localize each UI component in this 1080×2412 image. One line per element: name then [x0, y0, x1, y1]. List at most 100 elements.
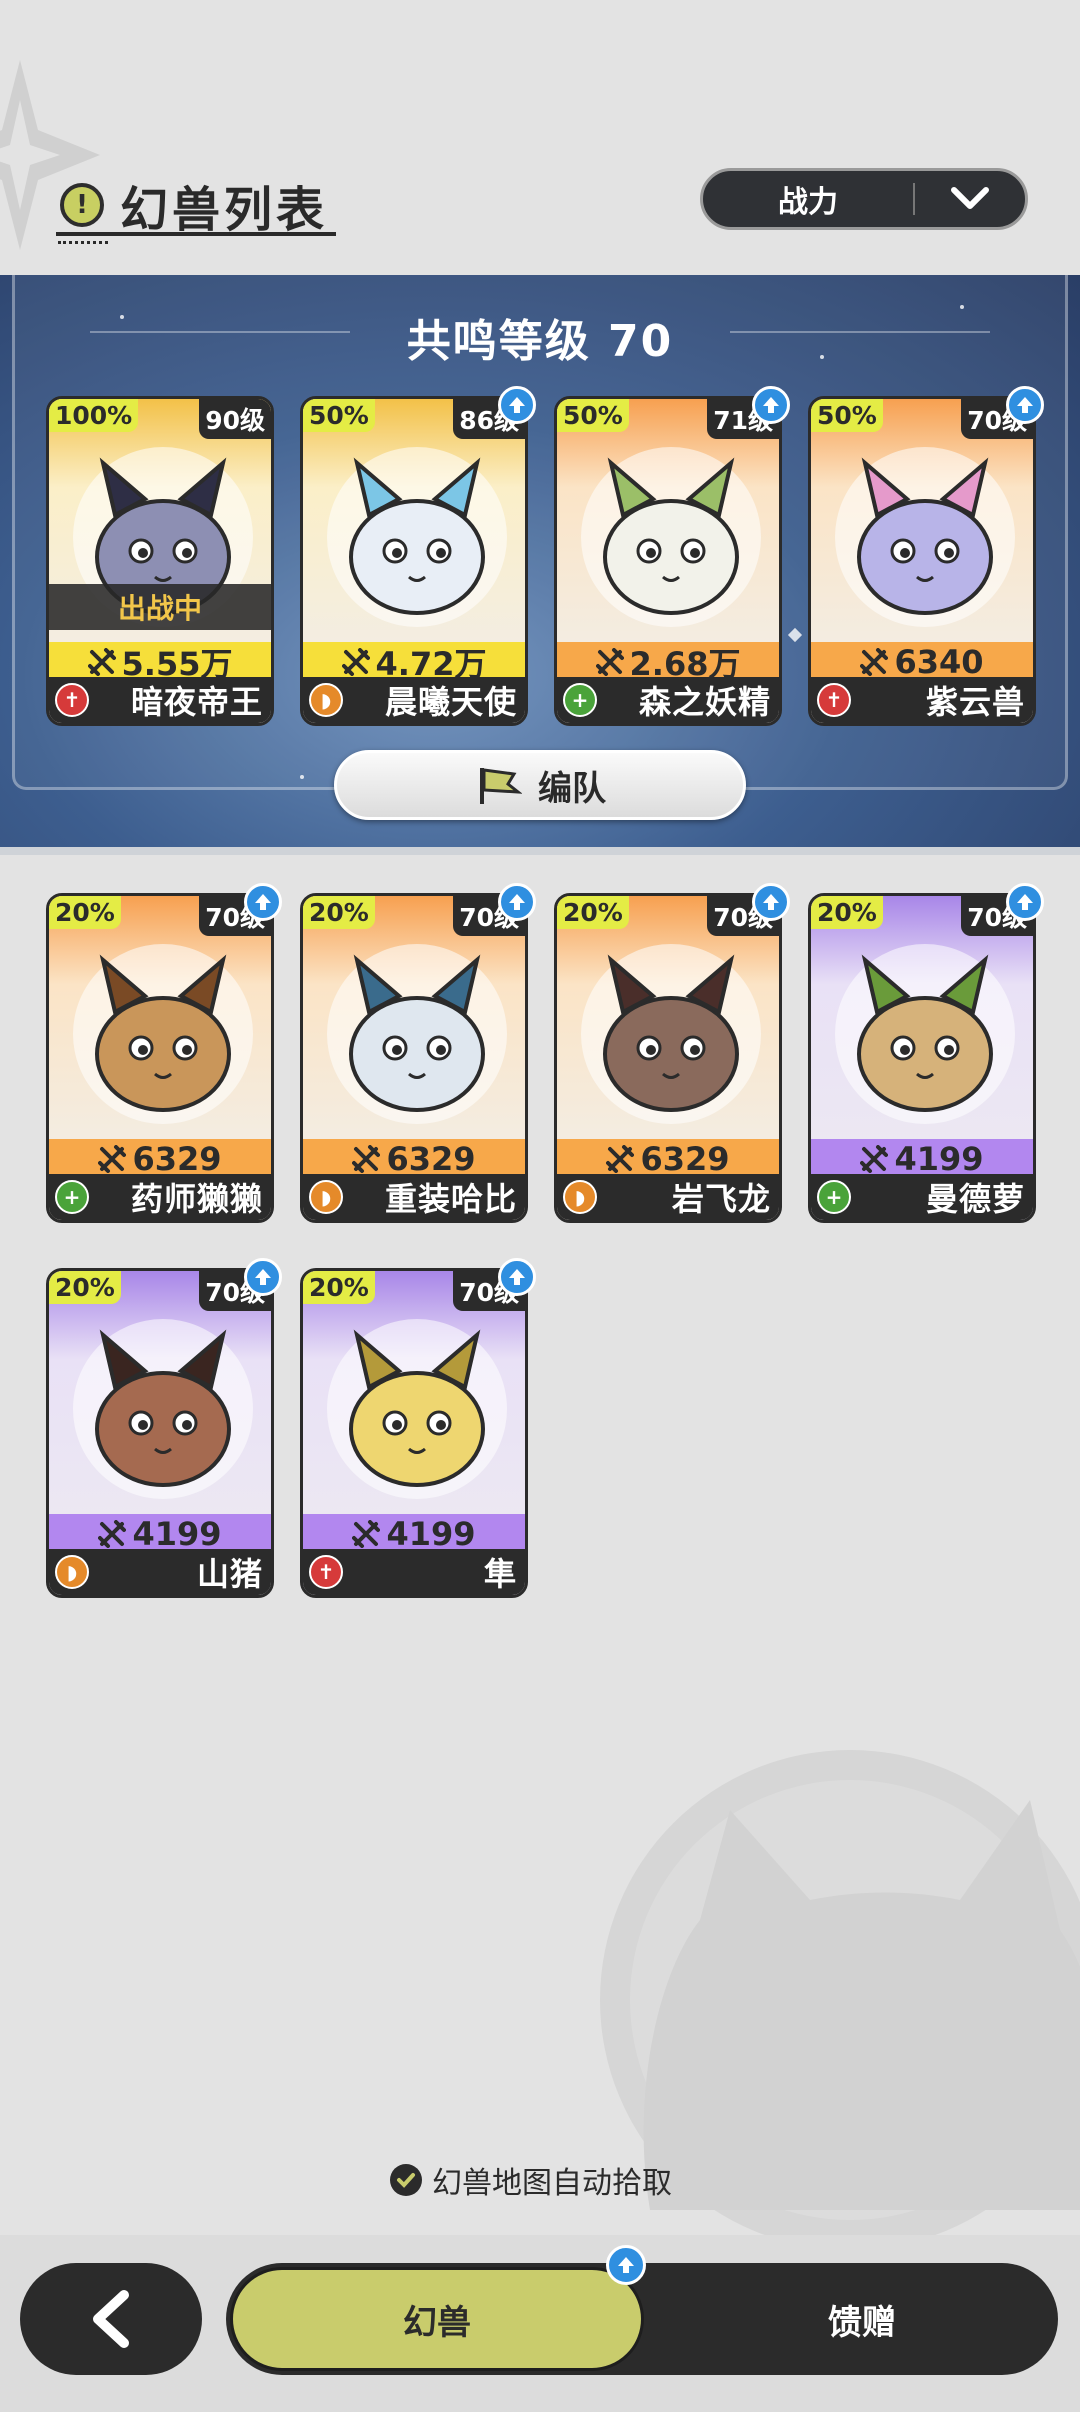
beast-card[interactable]: 20% 70级 6329 ◗ 重装哈比 [300, 883, 536, 1223]
card-body: 20% 70级 4199 ◗ 山猪 [46, 1268, 274, 1598]
name-bar: ◗ 重装哈比 [303, 1174, 525, 1220]
card-body: 20% 70级 4199 ✝ 隼 [300, 1268, 528, 1598]
chevron-down-icon [915, 186, 1025, 212]
auto-pickup-toggle[interactable]: 幻兽地图自动拾取 [390, 2158, 672, 2202]
power-row: 6329 [557, 1139, 779, 1179]
formation-label: 编队 [538, 768, 606, 809]
creature-portrait [349, 1329, 485, 1487]
defend-role-icon: ◗ [309, 683, 343, 717]
share-percent: 20% [49, 1271, 121, 1304]
share-percent: 20% [303, 896, 375, 929]
card-body: 50% 70级 6340 ✝ 紫云兽 [808, 396, 1036, 726]
power-value: 4199 [894, 1140, 984, 1178]
formation-button[interactable]: 编队 [334, 750, 746, 820]
defend-role-icon: ◗ [309, 1180, 343, 1214]
upgrade-arrow-icon [498, 1258, 536, 1296]
sword-power-icon [595, 648, 624, 676]
power-value: 4199 [386, 1515, 476, 1553]
power-row: 4.72万 [303, 642, 525, 683]
sword-power-icon [606, 1145, 635, 1173]
name-bar: ✝ 紫云兽 [811, 677, 1033, 723]
attack-role-icon: ✝ [55, 683, 89, 717]
beast-card[interactable]: 20% 70级 6329 + 药师獭獭 [46, 883, 282, 1223]
share-percent: 50% [557, 399, 629, 432]
beast-card[interactable]: 20% 70级 4199 + 曼德萝 [808, 883, 1044, 1223]
share-percent: 50% [303, 399, 375, 432]
name-bar: ◗ 晨曦天使 [303, 677, 525, 723]
beast-card[interactable]: 50% 70级 6340 ✝ 紫云兽 [808, 386, 1044, 726]
power-row: 5.55万 [49, 642, 271, 683]
power-row: 6329 [303, 1139, 525, 1179]
creature-portrait [95, 1329, 231, 1487]
back-button[interactable] [20, 2263, 202, 2375]
share-percent: 20% [49, 896, 121, 929]
card-body: 20% 70级 6329 ◗ 重装哈比 [300, 893, 528, 1223]
upgrade-arrow-icon [1006, 386, 1044, 424]
beast-name: 曼德萝 [925, 1180, 1025, 1218]
bottom-bar: 幻兽 馈赠 [0, 2235, 1080, 2412]
upgrade-arrow-icon [752, 386, 790, 424]
header: ! 幻兽列表 战力 [0, 150, 1080, 260]
creature-portrait [349, 954, 485, 1112]
sword-power-icon [98, 1145, 127, 1173]
beast-card[interactable]: 20% 70级 4199 ◗ 山猪 [46, 1258, 282, 1598]
power-value: 6329 [640, 1140, 730, 1178]
power-value: 6340 [894, 643, 984, 681]
beast-card[interactable]: 50% 86级 4.72万 ◗ 晨曦天使 [300, 386, 536, 726]
tab-gift-label: 馈赠 [828, 2302, 896, 2343]
defend-role-icon: ◗ [563, 1180, 597, 1214]
power-value: 6329 [386, 1140, 476, 1178]
card-body: 50% 86级 4.72万 ◗ 晨曦天使 [300, 396, 528, 726]
beast-card[interactable]: 50% 71级 2.68万 + 森之妖精 [554, 386, 790, 726]
share-percent: 100% [49, 399, 139, 432]
upgrade-arrow-icon [752, 883, 790, 921]
resonance-level: 共鸣等级 70 [406, 316, 674, 367]
upgrade-arrow-icon [498, 883, 536, 921]
sort-dropdown[interactable]: 战力 [700, 168, 1028, 230]
title-group: ! 幻兽列表 [60, 170, 328, 240]
heal-role-icon: + [817, 1180, 851, 1214]
tab-beasts[interactable]: 幻兽 [230, 2267, 644, 2371]
name-bar: ◗ 山猪 [49, 1549, 271, 1595]
power-row: 4199 [49, 1514, 271, 1554]
sword-power-icon [352, 1520, 381, 1548]
name-bar: ◗ 岩飞龙 [557, 1174, 779, 1220]
card-body: 20% 70级 6329 ◗ 岩飞龙 [554, 893, 782, 1223]
power-row: 4199 [303, 1514, 525, 1554]
sword-power-icon [352, 1145, 381, 1173]
beast-name: 紫云兽 [925, 683, 1025, 721]
tab-gift[interactable]: 馈赠 [666, 2263, 1058, 2375]
name-bar: + 药师獭獭 [49, 1174, 271, 1220]
power-row: 2.68万 [557, 642, 779, 683]
tab-bar: 幻兽 馈赠 [226, 2245, 1058, 2375]
auto-pickup-label: 幻兽地图自动拾取 [432, 2166, 672, 2201]
power-row: 6329 [49, 1139, 271, 1179]
beast-card[interactable]: 20% 70级 6329 ◗ 岩飞龙 [554, 883, 790, 1223]
sword-power-icon [98, 1520, 127, 1548]
beast-name: 重装哈比 [384, 1180, 517, 1218]
beast-card[interactable]: 100% 90级 出战中 5.55万 ✝ 暗夜帝王 [46, 396, 274, 726]
sword-power-icon [87, 648, 116, 676]
sword-power-icon [341, 648, 370, 676]
sword-power-icon [860, 1145, 889, 1173]
sort-label: 战力 [778, 185, 838, 220]
upgrade-arrow-icon [606, 2245, 646, 2285]
beast-name: 晨曦天使 [384, 683, 517, 721]
creature-portrait [857, 954, 993, 1112]
beast-card[interactable]: 20% 70级 4199 ✝ 隼 [300, 1258, 536, 1598]
share-percent: 50% [811, 399, 883, 432]
back-arrow-icon [93, 2290, 129, 2348]
flag-icon [480, 768, 522, 804]
creature-portrait [95, 954, 231, 1112]
heal-role-icon: + [55, 1180, 89, 1214]
power-row: 6340 [811, 642, 1033, 682]
title-underline [56, 232, 336, 236]
name-bar: + 曼德萝 [811, 1174, 1033, 1220]
section-separator [0, 847, 1080, 855]
power-row: 4199 [811, 1139, 1033, 1179]
alert-icon[interactable]: ! [60, 183, 104, 227]
power-value: 4199 [132, 1515, 222, 1553]
creature-portrait [603, 954, 739, 1112]
card-body: 50% 71级 2.68万 + 森之妖精 [554, 396, 782, 726]
card-body: 20% 70级 4199 + 曼德萝 [808, 893, 1036, 1223]
